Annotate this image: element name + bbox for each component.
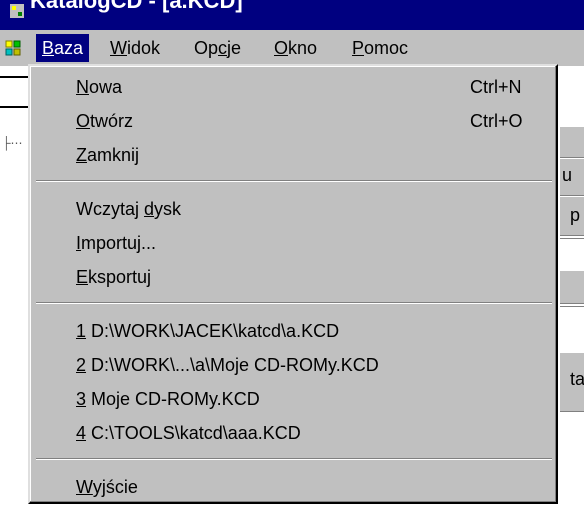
menu-item-label: 4 C:\TOOLS\katcd\aaa.KCD	[76, 418, 301, 448]
label-prefix: Wczytaj	[76, 199, 145, 219]
access-key: Z	[76, 145, 87, 165]
label-rest: kno	[288, 38, 318, 58]
menu-opcje[interactable]: Opcje	[188, 34, 247, 62]
access-key: W	[110, 38, 127, 58]
background-field	[560, 238, 584, 269]
label-rest: D:\WORK\JACEK\katcd\a.KCD	[86, 321, 340, 341]
access-key: W	[76, 477, 93, 497]
dropdown-menu-item[interactable]: Zamknij	[32, 140, 556, 170]
access-key: O	[76, 111, 91, 131]
dropdown-menu-item[interactable]: Otwórz Ctrl+O	[32, 106, 556, 136]
access-key: d	[144, 199, 155, 219]
label-rest: idok	[127, 38, 161, 58]
access-key: 4	[76, 423, 87, 443]
menu-pomoc[interactable]: Pomoc	[346, 34, 414, 62]
dropdown-menu-item[interactable]: Importuj...	[32, 228, 556, 258]
menu-item-label: Wczytaj dysk	[76, 194, 181, 224]
dropdown-menu-item[interactable]: Nowa Ctrl+N	[32, 72, 556, 102]
menu-item-label: 3 Moje CD-ROMy.KCD	[76, 384, 260, 414]
window-title: KatalogCD - [a.KCD]	[30, 0, 243, 13]
access-key: B	[42, 38, 55, 58]
background-text: p	[570, 205, 581, 225]
background-text: ta	[570, 369, 584, 389]
menu-item-label: Eksportuj	[76, 262, 151, 292]
system-menu-icon[interactable]	[4, 38, 24, 58]
label-prefix: Op	[194, 38, 219, 58]
app-icon	[10, 4, 24, 18]
label-rest: aza	[54, 38, 84, 58]
menu-item-label: Zamknij	[76, 140, 139, 170]
access-key: P	[352, 38, 365, 58]
label-rest: owa	[89, 77, 123, 97]
label-rest: yjście	[92, 477, 138, 497]
access-key: 3	[76, 389, 87, 409]
menu-item-shortcut: Ctrl+O	[470, 111, 523, 131]
menu-bar: Baza Widok Opcje Okno Pomoc	[0, 30, 584, 66]
menu-item-label: Importuj...	[76, 228, 156, 258]
dropdown-menu-item[interactable]: 3 Moje CD-ROMy.KCD	[32, 384, 556, 414]
label-rest: Moje CD-ROMy.KCD	[86, 389, 260, 409]
label-rest: omoc	[364, 38, 409, 58]
menu-separator	[36, 302, 552, 304]
baza-dropdown-menu: Nowa Ctrl+N Otwórz Ctrl+O Zamknij Wczytaj dys…	[28, 64, 558, 504]
title-bar[interactable]: KatalogCD - [a.KCD]	[0, 0, 584, 30]
menu-separator	[36, 458, 552, 460]
menu-item-label: 1 D:\WORK\JACEK\katcd\a.KCD	[76, 316, 339, 346]
menu-separator	[36, 180, 552, 182]
background-strip: u	[560, 158, 584, 196]
menu-okno[interactable]: Okno	[268, 34, 323, 62]
dropdown-menu-item[interactable]: 1 D:\WORK\JACEK\katcd\a.KCD	[32, 316, 556, 346]
menu-item-label: Nowa	[76, 72, 122, 102]
access-key: O	[274, 38, 289, 58]
dropdown-menu-item[interactable]: Eksportuj	[32, 262, 556, 292]
label-rest: D:\WORK\...\a\Moje CD-ROMy.KCD	[86, 355, 379, 375]
tree-connector-icon: ├⋯	[2, 136, 23, 150]
label-rest: mportuj...	[81, 233, 157, 253]
background-toolbar-button	[0, 76, 30, 108]
menu-item-label: 2 D:\WORK\...\a\Moje CD-ROMy.KCD	[76, 350, 379, 380]
label-rest: je	[227, 38, 242, 58]
access-key: c	[218, 38, 228, 58]
background-field	[560, 306, 584, 351]
label-rest: ysk	[154, 199, 182, 219]
background-strip: p	[560, 196, 584, 236]
label-rest: twórz	[90, 111, 134, 131]
background-text: u	[562, 165, 573, 185]
label-rest: amknij	[87, 145, 140, 165]
dropdown-menu-item[interactable]: Wyjście	[32, 472, 556, 502]
access-key: N	[76, 77, 89, 97]
menu-widok[interactable]: Widok	[104, 34, 166, 62]
menu-item-shortcut: Ctrl+N	[470, 77, 522, 97]
menu-item-label: Otwórz	[76, 106, 133, 136]
background-strip	[560, 126, 584, 158]
screen: KatalogCD - [a.KCD] Baza Widok Opcje Okno Po…	[0, 0, 584, 506]
access-key: E	[76, 267, 89, 287]
background-strip	[560, 270, 584, 304]
label-rest: ksportuj	[88, 267, 152, 287]
access-key: 1	[76, 321, 87, 341]
dropdown-menu-item[interactable]: Wczytaj dysk	[32, 194, 556, 224]
access-key: 2	[76, 355, 87, 375]
dropdown-menu-item[interactable]: 2 D:\WORK\...\a\Moje CD-ROMy.KCD	[32, 350, 556, 380]
menu-item-label: Wyjście	[76, 472, 138, 502]
dropdown-menu-item[interactable]: 4 C:\TOOLS\katcd\aaa.KCD	[32, 418, 556, 448]
background-strip: ta	[560, 352, 584, 412]
label-rest: C:\TOOLS\katcd\aaa.KCD	[86, 423, 301, 443]
menu-baza[interactable]: Baza	[36, 34, 90, 62]
